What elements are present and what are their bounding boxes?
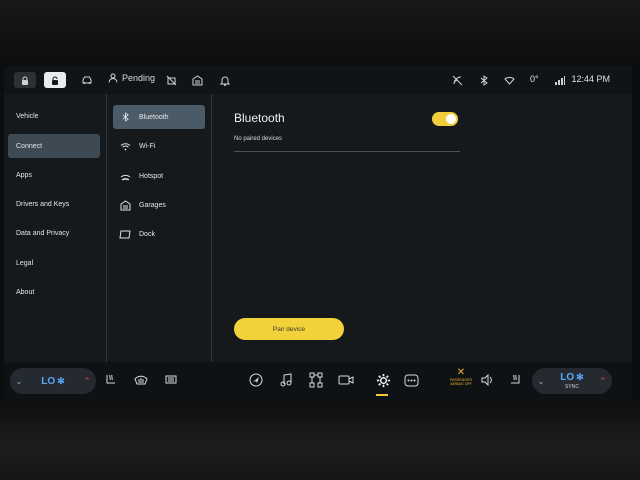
nav-label: About	[16, 288, 35, 296]
passenger-temp-display[interactable]: LO ✻ SYNC	[550, 372, 594, 390]
nav-item-legal[interactable]: Legal	[8, 251, 100, 275]
toggle-knob	[446, 114, 456, 124]
airbag-status-text: PASSENGER AIRBAG OFF	[449, 378, 473, 386]
nav-label: Drivers and Keys	[16, 200, 70, 208]
profile-pending[interactable]: Pending	[108, 73, 155, 83]
drive-mode-icon[interactable]	[307, 371, 325, 389]
wifi-icon	[119, 142, 131, 151]
subnav-label: Hotspot	[139, 172, 164, 180]
nav-item-data-and-privacy[interactable]: Data and Privacy	[8, 221, 100, 245]
list-divider	[234, 151, 460, 152]
settings-gear-icon[interactable]	[374, 371, 392, 389]
pair-device-button[interactable]: Pair device	[234, 318, 344, 340]
nav-label: Vehicle	[16, 112, 39, 120]
navigation-icon[interactable]	[247, 371, 265, 389]
nav-item-apps[interactable]: Apps	[8, 163, 100, 187]
outside-temperature: 0°	[530, 74, 539, 84]
passenger-seat-heat-icon[interactable]	[506, 371, 524, 389]
subnav-item-wifi[interactable]: Wi-Fi	[113, 134, 205, 158]
person-icon	[108, 73, 118, 83]
clock: 12:44 PM	[571, 74, 610, 84]
airbag-off-icon: ✕	[456, 367, 466, 378]
more-icon[interactable]	[402, 371, 420, 389]
music-icon[interactable]	[277, 371, 295, 389]
temp-down-button[interactable]: ⌄	[10, 377, 28, 386]
paired-devices-empty-text: No paired devices	[234, 136, 283, 142]
driver-temp-display[interactable]: LO ✻	[28, 376, 78, 387]
content-divider	[211, 94, 212, 362]
no-camera-icon[interactable]	[164, 72, 178, 88]
car-icon[interactable]	[80, 72, 94, 88]
subnav-item-dock[interactable]: Dock	[113, 222, 205, 246]
rear-defrost-icon[interactable]	[162, 371, 180, 389]
nav-label: Apps	[16, 171, 32, 179]
temp-up-button[interactable]: ⌃	[78, 376, 96, 387]
seat-heat-icon[interactable]	[102, 371, 120, 389]
garage-icon	[119, 199, 131, 211]
connect-secondary-nav: Bluetooth Wi-Fi Hotspot Garages Dock	[107, 94, 211, 362]
subnav-item-bluetooth[interactable]: Bluetooth	[113, 105, 205, 129]
subnav-item-garages[interactable]: Garages	[113, 193, 205, 217]
connectivity-icon	[450, 72, 464, 88]
signal-icon	[554, 72, 566, 88]
wifi-icon	[502, 72, 516, 88]
page-title: Bluetooth	[234, 111, 285, 125]
settings-active-indicator	[376, 394, 388, 396]
bezel-top	[0, 0, 640, 66]
hotspot-icon	[119, 172, 131, 181]
subnav-label: Wi-Fi	[139, 142, 156, 150]
nav-label: Connect	[16, 142, 43, 150]
bell-icon[interactable]	[218, 72, 232, 88]
passenger-temp-up-button[interactable]: ⌃	[594, 376, 612, 387]
settings-primary-nav: Vehicle Connect Apps Drivers and Keys Da…	[4, 94, 106, 362]
lock-icon[interactable]	[14, 72, 36, 88]
bottom-dock: ⌄ LO ✻ ⌃ ✕ PASSENGER AIRBAG OFF ⌄ LO ✻ S…	[4, 362, 632, 400]
passenger-climate-control: ⌄ LO ✻ SYNC ⌃	[532, 368, 612, 394]
driver-temp-value: LO	[41, 375, 56, 387]
subnav-label: Dock	[139, 230, 155, 238]
nav-item-about[interactable]: About	[8, 280, 100, 304]
nav-item-drivers-and-keys[interactable]: Drivers and Keys	[8, 192, 100, 216]
garage-icon[interactable]	[190, 72, 204, 88]
subnav-label: Bluetooth	[139, 113, 169, 121]
nav-item-vehicle[interactable]: Vehicle	[8, 104, 100, 128]
pending-label: Pending	[122, 73, 156, 83]
bluetooth-icon	[119, 112, 131, 122]
volume-icon[interactable]	[478, 371, 496, 389]
camera-icon[interactable]	[337, 371, 355, 389]
passenger-airbag-indicator: ✕ PASSENGER AIRBAG OFF	[448, 367, 474, 386]
sync-label: SYNC	[565, 384, 579, 390]
front-defrost-icon[interactable]	[132, 371, 150, 389]
status-bar: Pending 0° 12:44 PM	[4, 66, 632, 94]
bluetooth-toggle[interactable]	[432, 112, 458, 126]
nav-item-connect[interactable]: Connect	[8, 134, 100, 158]
driver-climate-control: ⌄ LO ✻ ⌃	[10, 368, 96, 394]
nav-label: Legal	[16, 259, 34, 267]
bezel-bottom	[0, 400, 640, 480]
unlock-icon[interactable]	[44, 72, 66, 88]
nav-label: Data and Privacy	[16, 229, 70, 237]
fan-icon: ✻	[576, 372, 584, 382]
passenger-temp-down-button[interactable]: ⌄	[532, 377, 550, 386]
fan-icon: ✻	[57, 375, 65, 386]
bluetooth-icon	[478, 72, 490, 88]
dock-icon	[119, 230, 131, 239]
subnav-item-hotspot[interactable]: Hotspot	[113, 164, 205, 188]
passenger-temp-value: LO	[560, 372, 575, 383]
subnav-label: Garages	[139, 201, 166, 209]
infotainment-screen: Pending 0° 12:44 PM Vehicle Connect Apps…	[4, 66, 632, 400]
